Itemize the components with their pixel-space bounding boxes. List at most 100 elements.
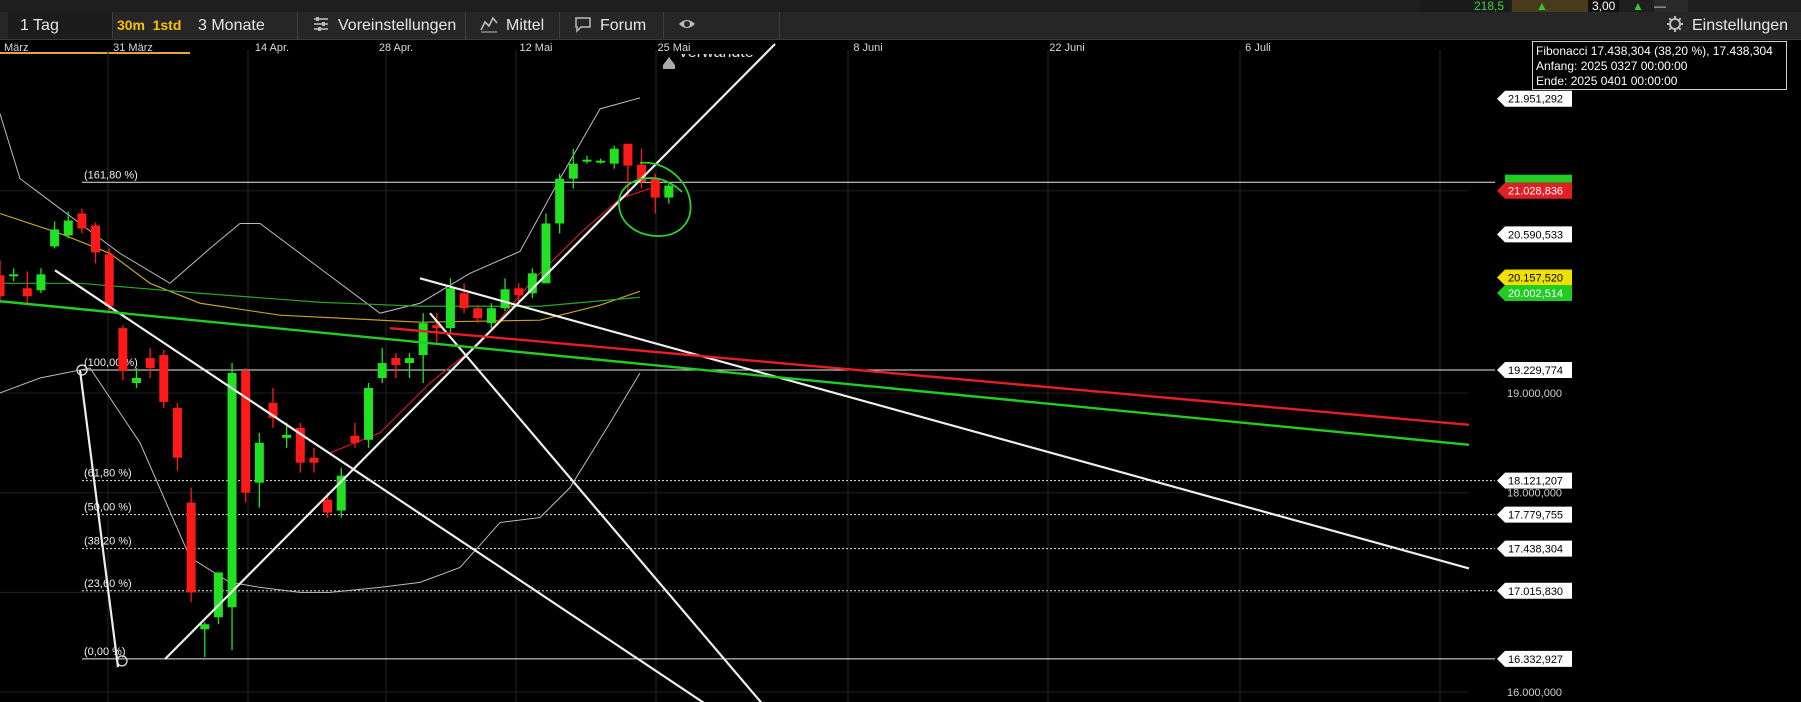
tooltip-line-1: Fibonacci 17.438,304 (38,20 %), 17.438,3… xyxy=(1536,44,1773,58)
candle-body xyxy=(241,371,251,493)
quote-box xyxy=(1512,0,1598,12)
interval-1std-button[interactable]: 1std xyxy=(150,12,184,39)
range-selector[interactable]: 1 Tag xyxy=(8,12,113,39)
fibonacci-level-label: (100,00 %) xyxy=(84,357,138,369)
x-tick-label: 14 Apr. xyxy=(255,42,289,54)
up-arrow-icon: ▲ xyxy=(1632,0,1644,13)
x-tick-label: 12 Mai xyxy=(519,42,552,54)
price-label: 16.332,927 xyxy=(1497,650,1572,667)
price-label-text: 17.779,755 xyxy=(1508,510,1563,522)
trendline-red xyxy=(389,326,1470,427)
candle-body xyxy=(623,143,633,166)
presets-label: Voreinstellungen xyxy=(338,17,457,34)
price-label-text: 21.028,836 xyxy=(1508,186,1563,198)
settings-label: Einstellungen xyxy=(1692,17,1789,34)
x-tick-label: 22 Juni xyxy=(1049,42,1084,54)
eye-icon xyxy=(679,20,695,28)
candle-body xyxy=(391,358,401,366)
moving-average-green xyxy=(0,282,641,307)
price-label-tag-partial xyxy=(1505,174,1572,183)
candle-body xyxy=(200,624,210,630)
candle-body xyxy=(582,159,592,162)
price-label-text: 20.002,514 xyxy=(1508,288,1563,300)
price-axis[interactable]: 19.000,000 18.000,000 16.000,000 21.951,292… xyxy=(1495,54,1801,702)
candle-body xyxy=(254,442,264,483)
x-tick-label: 28 Apr. xyxy=(379,42,413,54)
price-label-text: 20.157,520 xyxy=(1508,273,1563,285)
candle-body xyxy=(500,289,510,309)
fibonacci-level-label: (38,20 %) xyxy=(84,536,132,548)
up-triangle-icon xyxy=(663,57,675,65)
candle-body xyxy=(50,229,60,247)
trendline-green xyxy=(0,300,1470,446)
tooltip-line-2: Anfang: 2025 0327 00:00:00 xyxy=(1536,59,1688,73)
candle-body xyxy=(22,288,32,297)
price-label-text: 20.590,533 xyxy=(1508,229,1563,241)
y-tick-label: 18.000,000 xyxy=(1507,488,1562,500)
candle-body xyxy=(514,288,524,296)
x-tick-label: 6 Juli xyxy=(1245,42,1271,54)
price-label-text: 16.332,927 xyxy=(1508,654,1563,666)
candle-body xyxy=(323,499,333,513)
period-selector[interactable]: 3 Monate xyxy=(188,12,298,39)
price-label: 18.121,207 xyxy=(1497,472,1572,489)
indicator-button[interactable]: Mittel xyxy=(470,12,560,39)
x-tick-label: 25 Mai xyxy=(657,42,690,54)
fibonacci-level-label: (161,80 %) xyxy=(84,169,138,181)
marker-base xyxy=(663,65,675,69)
sliders-icon xyxy=(314,17,328,31)
indicator-icon xyxy=(480,16,498,33)
price-label-text: 21.951,292 xyxy=(1508,94,1563,106)
price-label: 17.438,304 xyxy=(1497,540,1572,557)
fibonacci-level-label: (61,80 %) xyxy=(84,468,132,480)
candle-body xyxy=(63,220,73,236)
candle-body xyxy=(145,358,155,369)
trendline-white xyxy=(78,369,120,668)
candle-body xyxy=(377,363,387,378)
candle-body xyxy=(213,572,223,618)
candle-body xyxy=(36,274,46,291)
price-label-text: 19.229,774 xyxy=(1508,365,1563,377)
quote-tail: — xyxy=(1654,0,1688,12)
candle-body xyxy=(227,373,237,608)
up-arrow-icon: ▲ xyxy=(1536,0,1548,13)
candle-body xyxy=(473,308,483,319)
y-tick-label: 16.000,000 xyxy=(1507,687,1562,699)
quote-change-value: 218,5 xyxy=(1420,0,1510,12)
price-label: 20.002,514 xyxy=(1497,285,1572,302)
candle-body xyxy=(77,213,87,229)
x-tick-label: 8 Juni xyxy=(853,42,882,54)
candle-body xyxy=(568,163,578,179)
tooltip-line-3: Ende: 2025 0401 00:00:00 xyxy=(1536,74,1678,88)
candle-body xyxy=(364,387,374,440)
presets-button[interactable]: Voreinstellungen xyxy=(302,12,466,39)
related-button[interactable]: Verwandte xyxy=(668,12,780,61)
interval-30m-button[interactable]: 30m xyxy=(115,12,147,39)
quote-spread-value: 3,00 xyxy=(1588,0,1620,12)
price-label: 17.015,830 xyxy=(1497,582,1572,599)
price-chart[interactable]: März 31 März 14 Apr. 28 Apr. 12 Mai 25 Mai 8 J… xyxy=(0,40,1801,702)
candle-body xyxy=(609,148,619,164)
candle-body xyxy=(418,323,428,356)
fibonacci-tooltip: Fibonacci 17.438,304 (38,20 %), 17.438,3… xyxy=(1532,41,1787,90)
candle-body xyxy=(650,178,660,198)
chart-toolbar: 1 Tag 30m 1std 3 Monate Voreinstellungen… xyxy=(0,12,1801,61)
y-tick-label: 19.000,000 xyxy=(1507,388,1562,400)
candle-body xyxy=(405,358,414,364)
candle-body xyxy=(172,407,182,458)
price-label: 17.779,755 xyxy=(1497,506,1572,523)
candle-body xyxy=(555,178,565,224)
gear-icon xyxy=(1667,16,1683,32)
price-label: 20.157,520 xyxy=(1497,269,1572,286)
forum-button[interactable]: Forum xyxy=(564,12,664,39)
price-label: 20.590,533 xyxy=(1497,226,1572,243)
settings-button[interactable]: Einstellungen xyxy=(1660,12,1800,39)
speech-bubble-icon xyxy=(575,17,591,33)
candle-body xyxy=(159,355,169,402)
trendlines[interactable] xyxy=(0,43,1470,702)
trendline-white xyxy=(419,277,1470,570)
price-label-text: 18.121,207 xyxy=(1508,476,1563,488)
candle-body xyxy=(282,434,292,438)
candle-body xyxy=(132,378,141,383)
candle-body xyxy=(118,328,128,372)
